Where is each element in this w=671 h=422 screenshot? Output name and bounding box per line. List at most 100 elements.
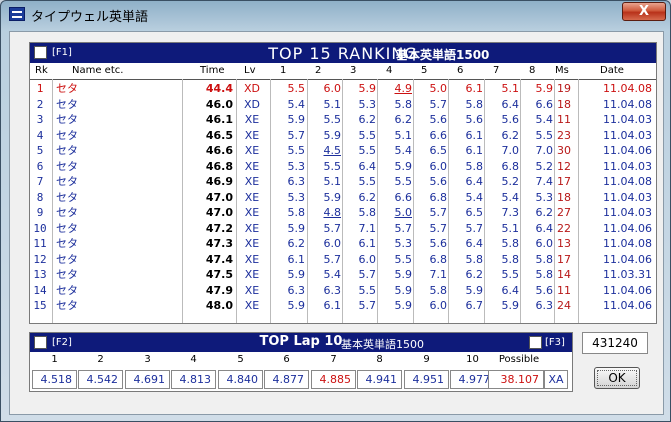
table-row: 13 セタ 47.5 XE 5.9 5.4 5.7 5.9 7.1 6.2 5.5 5.8 14 11.0… <box>30 267 656 282</box>
lap-value: 4.885 <box>311 370 356 389</box>
lap-cell: 5.8 <box>429 283 448 297</box>
time-cell: 47.5 <box>205 268 233 281</box>
lap-cell: 5.3 <box>358 97 377 111</box>
level-cell: XE <box>244 190 260 204</box>
miss-cell: 13 <box>557 237 571 250</box>
lap-cell: 5.9 <box>287 299 306 312</box>
miss-cell: 18 <box>557 97 571 111</box>
lap-cell: 7.0 <box>501 144 520 157</box>
date-cell: 11.04.06 <box>603 221 652 235</box>
level-cell: XE <box>244 299 260 312</box>
table-row: 15 セタ 48.0 XE 5.9 6.1 5.7 5.9 6.0 6.7 5.9 6.3 24 11.0… <box>30 298 656 313</box>
possible-level: XA <box>544 370 568 389</box>
date-cell: 11.04.03 <box>603 206 652 219</box>
lap-cell: 5.5 <box>358 144 377 157</box>
lap-cell: 5.8 <box>535 268 554 281</box>
lap-cell: 5.5 <box>323 113 342 126</box>
app-icon <box>9 7 25 21</box>
lap-cell: 6.8 <box>429 190 448 204</box>
header-date: Date <box>600 65 624 76</box>
lap-cell: 6.2 <box>358 190 377 204</box>
lap-cell: 5.7 <box>323 221 342 235</box>
lap-number: 5 <box>237 354 244 365</box>
f3-checkbox[interactable] <box>529 336 542 349</box>
possible-label: Possible <box>498 354 540 365</box>
lap-cell: 5.6 <box>429 113 448 126</box>
lap-cell: 5.4 <box>501 190 520 204</box>
lap-cell: 5.9 <box>394 299 413 312</box>
ranking-panel: [F1] TOP 15 RANKING 基本英単語1500 Rk Name et… <box>29 42 657 324</box>
lap-cell: 6.3 <box>323 283 342 297</box>
lap-cell: 5.5 <box>535 128 554 142</box>
lap-cell: 5.9 <box>394 283 413 297</box>
lap-cell: 5.1 <box>323 97 342 111</box>
lap-cell: 7.1 <box>429 268 448 281</box>
lap-cell: 6.4 <box>501 283 520 297</box>
name-cell: セタ <box>56 113 78 126</box>
lap-cell: 6.2 <box>535 206 554 219</box>
lap-cell: 5.7 <box>323 252 342 266</box>
lap-cell: 5.9 <box>323 190 342 204</box>
name-cell: セタ <box>56 206 78 219</box>
rank-cell: 7 <box>36 175 44 188</box>
lap-cell: 5.5 <box>358 128 377 142</box>
lap-value: 4.542 <box>78 370 123 389</box>
name-cell: セタ <box>56 159 78 173</box>
lap-cell: 6.4 <box>358 159 377 173</box>
lap-cell: 6.6 <box>535 97 554 111</box>
time-cell: 48.0 <box>205 299 233 312</box>
lap-cell: 5.5 <box>394 175 413 188</box>
level-cell: XE <box>244 175 260 188</box>
header-lap-7: 7 <box>493 65 500 76</box>
header-lap-4: 4 <box>386 65 393 76</box>
lap-cell: 6.0 <box>358 252 377 266</box>
header-lap-1: 1 <box>280 65 287 76</box>
time-cell: 46.0 <box>205 97 233 111</box>
table-row: 3 セタ 46.1 XE 5.9 5.5 6.2 6.2 5.6 5.6 5.6 5.4 11 11.04… <box>30 112 656 127</box>
ok-button[interactable]: OK <box>594 367 640 389</box>
lap-number: 2 <box>97 354 104 365</box>
rank-cell: 9 <box>36 206 44 219</box>
close-button[interactable]: X <box>622 2 666 21</box>
miss-cell: 27 <box>557 206 571 219</box>
level-cell: XE <box>244 206 260 219</box>
name-cell: セタ <box>56 237 78 250</box>
lap-cell: 5.6 <box>535 283 554 297</box>
lap-cell: 5.7 <box>429 206 448 219</box>
lap-cell: 6.0 <box>323 82 342 95</box>
rank-cell: 1 <box>36 82 44 95</box>
lap-cell: 4.8 <box>323 206 342 219</box>
name-cell: セタ <box>56 268 78 281</box>
lap-cell: 5.1 <box>323 175 342 188</box>
lap-cell: 5.7 <box>394 221 413 235</box>
miss-cell: 23 <box>557 128 571 142</box>
lap-panel: [F2] TOP Lap 10 基本英単語1500 [F3] 1 4.518 2 4.… <box>29 332 573 392</box>
level-cell: XE <box>244 128 260 142</box>
level-cell: XD <box>243 82 260 95</box>
date-cell: 11.04.06 <box>603 144 652 157</box>
lap-value: 4.877 <box>264 370 309 389</box>
date-cell: 11.04.08 <box>603 175 652 188</box>
lap-cell: 7.3 <box>501 206 520 219</box>
lap-cell: 7.0 <box>535 144 554 157</box>
window-title: タイプウェル英単語 <box>31 10 149 25</box>
lap-cell: 5.6 <box>501 113 520 126</box>
date-cell: 11.04.06 <box>603 283 652 297</box>
name-cell: セタ <box>56 283 78 297</box>
table-row: 7 セタ 46.9 XE 6.3 5.1 5.5 5.5 5.6 6.4 5.2 7.4 17 11.04… <box>30 174 656 189</box>
time-cell: 47.4 <box>205 252 233 266</box>
date-cell: 11.04.08 <box>603 82 652 95</box>
header-lap-5: 5 <box>421 65 428 76</box>
lap-cell: 6.2 <box>465 268 484 281</box>
time-cell: 47.9 <box>205 283 233 297</box>
client-area: [F1] TOP 15 RANKING 基本英単語1500 Rk Name et… <box>9 31 664 415</box>
name-cell: セタ <box>56 144 78 157</box>
table-row: 9 セタ 47.0 XE 5.8 4.8 5.8 5.0 5.7 6.5 7.3 6.2 27 11.04… <box>30 205 656 220</box>
title-bar[interactable]: タイプウェル英単語 X <box>1 1 670 29</box>
miss-cell: 11 <box>557 283 571 297</box>
lap-cell: 5.7 <box>465 221 484 235</box>
lap-number: 7 <box>330 354 337 365</box>
date-cell: 11.04.03 <box>603 128 652 142</box>
time-cell: 46.9 <box>205 175 233 188</box>
lap-cell: 6.0 <box>323 237 342 250</box>
